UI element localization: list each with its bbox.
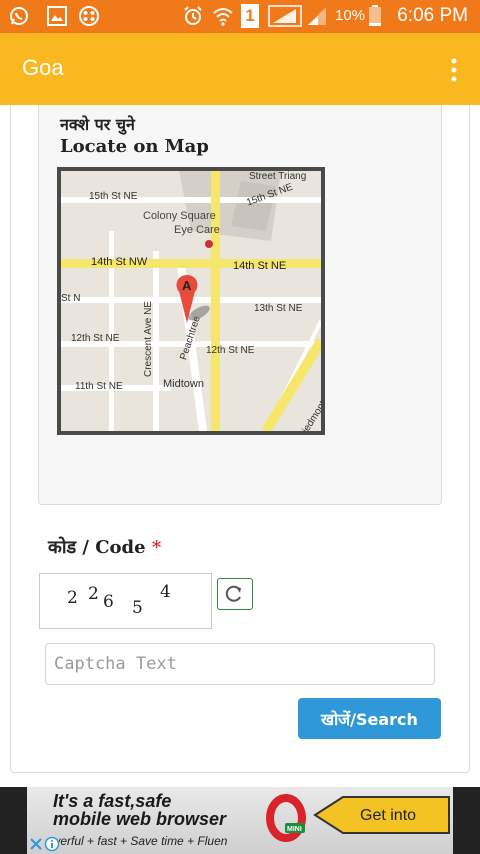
signal-icon [308, 7, 326, 25]
map-street-label: St N [61, 293, 80, 304]
captcha-image: 2 2 6 5 4 [39, 573, 212, 629]
captcha-char: 6 [103, 592, 114, 612]
wifi-icon [213, 8, 233, 26]
ad-logo-text: MINI [287, 826, 302, 833]
map-street-label: 11th St NE [75, 381, 123, 392]
map-street-label: 14th St NW [91, 256, 148, 268]
status-bar: 1 10% 6:06 PM [0, 0, 480, 33]
captcha-char: 4 [160, 582, 171, 602]
code-label: कोड / Code * [48, 535, 161, 559]
map-label-english: Locate on Map [60, 136, 209, 157]
map-street-label: 15th St NE [89, 191, 138, 202]
map-street-label: 12th St NE [71, 333, 120, 344]
captcha-text-input[interactable] [45, 643, 435, 685]
ad-cta-label[interactable]: Get into [360, 807, 416, 825]
map-street-label: Street Triang [249, 171, 306, 182]
map-canvas[interactable]: 15th St NE Street Triang 15th St NE Colo… [61, 171, 321, 431]
ad-banner[interactable]: It's a fast,safe mobile web browser ower… [27, 787, 453, 854]
captcha-char: 5 [132, 598, 143, 618]
info-icon[interactable] [44, 836, 60, 852]
captcha-refresh-button[interactable] [217, 578, 253, 610]
ad-bar: It's a fast,safe mobile web browser ower… [0, 787, 480, 854]
alarm-icon [184, 6, 202, 25]
battery-percent: 10% [335, 7, 366, 24]
ad-subtext: owerful + fast + Save time + Fluen [45, 834, 228, 848]
signal-icon [268, 5, 302, 27]
more-vert-icon[interactable] [450, 57, 458, 83]
map-place-label: Midtown [163, 378, 204, 390]
location-map[interactable]: 15th St NE Street Triang 15th St NE Colo… [57, 167, 325, 435]
captcha-char: 2 [88, 584, 99, 604]
app-title: Goa [22, 55, 64, 80]
map-street-label: 13th St NE [254, 303, 303, 314]
search-button[interactable]: खोजें/Search [298, 698, 441, 739]
ad-headline: It's a fast,safe mobile web browser [53, 792, 226, 828]
opera-mini-logo-icon: MINI [266, 794, 306, 842]
map-marker-label: A [182, 278, 192, 293]
sim-slot-badge: 1 [241, 4, 259, 28]
captcha-char: 2 [67, 588, 78, 608]
app-bar: Goa [0, 33, 480, 105]
battery-icon [369, 5, 381, 26]
required-mark: * [151, 537, 162, 558]
status-time: 6:06 PM [397, 5, 468, 26]
map-street-label: 14th St NE [233, 260, 286, 272]
gallery-icon [47, 6, 67, 26]
map-place-label: Colony Square [143, 210, 216, 222]
code-label-text: कोड / Code [48, 537, 146, 558]
close-icon[interactable] [28, 836, 44, 852]
main-content[interactable]: नक्शे पर चुने Locate on Map 15th St NE S… [0, 105, 480, 787]
map-street-label: Crescent Ave NE [143, 301, 154, 377]
ad-headline-line2: mobile web browser [53, 809, 227, 829]
eye-care-marker [205, 240, 213, 248]
whatsapp-icon [10, 7, 28, 25]
map-label-hindi: नक्शे पर चुने [60, 115, 135, 134]
refresh-icon [225, 585, 241, 602]
app-icon [79, 6, 99, 26]
map-street-label: 12th St NE [206, 345, 255, 356]
map-place-label: Eye Care [174, 224, 220, 236]
ad-headline-line1: It's a fast,safe [53, 791, 172, 811]
